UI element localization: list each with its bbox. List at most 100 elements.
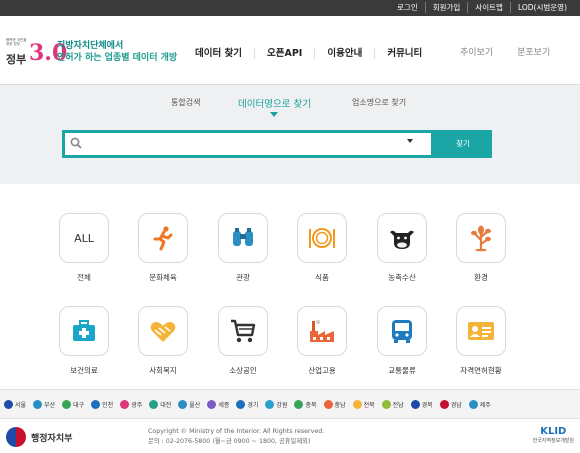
chevron-down-icon[interactable] [407,139,413,143]
incheon-emblem-icon [91,399,101,409]
nav-item-guide[interactable]: 이용안내 [314,48,374,59]
logo-gov-text: 정부 [6,53,27,66]
category-label: 전체 [77,273,91,282]
ministry-logo[interactable]: 행정자치부 [6,427,72,447]
category-industry-employment[interactable]: 산업고용 [295,306,349,376]
site-footer: 행정자치부 Copyright © Ministry of the Interi… [0,420,580,453]
category-label: 자격면허현황 [460,366,502,375]
taegeuk-emblem-icon [6,427,26,447]
gov3-logo[interactable]: 행복한 국민을 위한 정부 정부 3.0 [6,38,67,68]
nav-item-data-find[interactable]: 데이터 찾기 [183,48,254,59]
site-header: 행복한 국민을 위한 정부 정부 3.0 지방자치단체에서 인허가 하는 업종별… [0,16,580,84]
klid-subtitle: 한국지역정보개발원 [532,438,574,444]
sejong-emblem-icon [207,399,217,409]
factory-icon [310,320,334,342]
category-label: 산업고용 [308,366,336,375]
binoculars-icon [233,228,253,246]
lod-link[interactable]: LOD(시범운영) [509,2,574,13]
category-label: 환경 [474,273,488,282]
region-seoul[interactable]: 서울 [4,399,26,409]
region-daegu[interactable]: 대구 [62,399,84,409]
signup-link[interactable]: 회원가입 [424,2,468,13]
category-label: 교통물류 [388,366,416,375]
active-tab-indicator [270,112,279,117]
region-gyeonggi[interactable]: 경기 [236,399,258,409]
tree-icon [471,225,491,252]
seoul-emblem-icon [4,399,13,409]
klid-logo[interactable]: KLID 한국지역정보개발원 [533,426,574,444]
tab-integrated-search[interactable]: 통합검색 [171,97,200,108]
contact-text: 문의 : 02-2076-5800 (월~금 0900 ~ 1800, 공휴일제… [148,438,311,445]
logo-small-text: 행복한 국민을 위한 정부 [6,38,27,46]
search-section: 통합검색 데이터명으로 찾기 업소명으로 찾기 찾기 [0,84,580,184]
utility-links: 로그인 회원가입 사이트맵 LOD(시범운영) [390,2,574,13]
region-daejeon[interactable]: 대전 [149,399,171,409]
chungbuk-emblem-icon [294,399,304,409]
category-label: 식품 [315,273,329,282]
category-license-status[interactable]: 자격면허현황 [454,306,508,376]
ulsan-emblem-icon [178,399,188,409]
category-environment[interactable]: 환경 [454,213,508,283]
tab-business-name-search[interactable]: 업소명으로 찾기 [352,97,406,108]
region-jeju[interactable]: 제주 [468,399,491,409]
search-input[interactable] [89,135,389,153]
category-label: 사회복지 [149,366,177,375]
search-button[interactable]: 찾기 [434,130,492,158]
category-transport-logistics[interactable]: 교통물류 [375,306,429,376]
copyright-info: Copyright © Ministry of the Interior. Al… [148,427,324,447]
copyright-text: Copyright © Ministry of the Interior. Al… [148,428,325,435]
gyeongnam-emblem-icon [439,399,449,409]
category-small-business[interactable]: 소상공인 [216,306,270,376]
region-sejong[interactable]: 세종 [207,399,229,409]
category-all[interactable]: ALL 전체 [57,213,111,283]
nav-item-community[interactable]: 커뮤니티 [374,48,434,59]
tab-data-name-search[interactable]: 데이터명으로 찾기 [238,96,311,117]
region-busan[interactable]: 부산 [33,399,55,409]
all-text: ALL [74,231,94,245]
category-food[interactable]: 식품 [295,213,349,283]
search-box [62,130,434,158]
daegu-emblem-icon [62,399,72,409]
region-jeonnam[interactable]: 전남 [381,399,404,409]
region-chungnam[interactable]: 충남 [323,399,346,409]
jeju-emblem-icon [468,399,478,409]
region-links: 서울 부산 대구 인천 광주 대전 울산 세종 경기 강원 충북 충남 전북 전… [0,389,580,419]
jeonnam-emblem-icon [381,399,391,409]
region-gyeongnam[interactable]: 경남 [439,399,462,409]
region-jeonbuk[interactable]: 전북 [352,399,375,409]
category-culture-sports[interactable]: 문화체육 [136,213,190,283]
nav-item-trend[interactable]: 추이보기 [448,48,505,59]
category-grid: ALL 전체 문화체육 관광 식품 농축수산 환경 보건의료 사회복지 소상공인… [0,184,580,388]
plate-fork-knife-icon [309,228,335,248]
site-tagline: 지방자치단체에서 인허가 하는 업종별 데이터 개방 [57,40,177,64]
search-icon [70,137,82,149]
category-health-medical[interactable]: 보건의료 [57,306,111,376]
secondary-nav: 추이보기 분포보기 [448,48,562,59]
running-person-icon [153,226,173,251]
sitemap-link[interactable]: 사이트맵 [467,2,510,13]
tagline-line-2: 인허가 하는 업종별 데이터 개방 [57,53,178,63]
category-label: 소상공인 [229,366,257,375]
region-chungbuk[interactable]: 충북 [294,399,317,409]
category-label: 보건의료 [70,366,98,375]
region-ulsan[interactable]: 울산 [178,399,200,409]
login-link[interactable]: 로그인 [390,2,425,13]
region-gwangju[interactable]: 광주 [120,399,142,409]
region-incheon[interactable]: 인천 [91,399,113,409]
category-social-welfare[interactable]: 사회복지 [136,306,190,376]
category-label: 관광 [236,273,250,282]
category-agri-livestock-fish[interactable]: 농축수산 [375,213,429,283]
gwangju-emblem-icon [120,399,130,409]
gyeonggi-emblem-icon [236,399,246,409]
region-gangwon[interactable]: 강원 [265,399,287,409]
bus-icon [392,320,412,343]
id-card-icon [468,322,494,340]
category-tourism[interactable]: 관광 [216,213,270,283]
region-gyeongbuk[interactable]: 경북 [410,399,433,409]
category-label: 농축수산 [388,273,416,282]
nav-item-openapi[interactable]: 오픈API [254,48,314,59]
klid-text: KLID [540,426,567,437]
nav-item-distribution[interactable]: 분포보기 [505,48,562,59]
ministry-name: 행정자치부 [31,433,73,444]
category-label: 문화체육 [149,273,177,282]
